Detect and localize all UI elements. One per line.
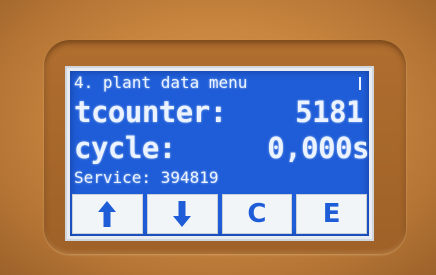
text-cursor: [359, 77, 361, 90]
lcd-display: 4. plant data menu tcounter: 5181 cycle:…: [67, 68, 372, 239]
arrow-down-icon: [173, 201, 192, 227]
menu-title: 4. plant data menu: [74, 73, 248, 92]
cycle-row: cycle: 0,000s: [74, 131, 369, 165]
cycle-label: cycle:: [74, 131, 176, 165]
menu-header: 4. plant data menu: [74, 72, 363, 94]
cycle-value: 0,000s: [267, 131, 369, 165]
softkey-bar: C E: [72, 194, 367, 234]
down-button[interactable]: [146, 194, 218, 234]
c-button[interactable]: C: [221, 194, 293, 234]
e-button[interactable]: E: [296, 194, 367, 234]
arrow-up-icon: [98, 201, 117, 227]
up-button[interactable]: [72, 194, 143, 234]
tcounter-label: tcounter:: [74, 95, 227, 129]
tcounter-row: tcounter: 5181: [74, 95, 363, 129]
service-counter: Service: 394819: [74, 168, 219, 187]
tcounter-value: 5181: [295, 95, 363, 129]
